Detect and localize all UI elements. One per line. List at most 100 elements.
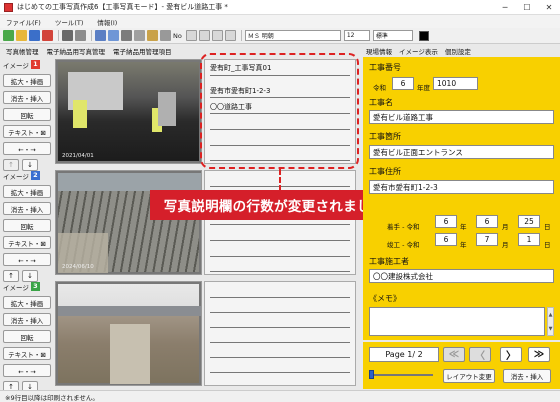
print-icon[interactable] (62, 30, 73, 41)
memo-scrollbar[interactable]: ▲ ▼ (547, 307, 554, 336)
number-toggle[interactable]: No (173, 32, 182, 40)
start-day-field[interactable]: 25 (518, 215, 540, 228)
menu-file[interactable]: ファイル(F) (6, 17, 41, 27)
minimize-button[interactable]: ─ (494, 0, 516, 15)
enlarge-button[interactable]: 拡大・挿画 (3, 185, 51, 198)
text-button[interactable]: テキスト・⊠ (3, 347, 51, 360)
callout-connector (279, 169, 281, 191)
print-preview-icon[interactable] (75, 30, 86, 41)
image-number-badge: 3 (30, 282, 40, 291)
project-number-field[interactable]: 1010 (433, 77, 478, 90)
right-tabs: 現場情報 イメージ表示 個別設定 (362, 45, 560, 56)
project-address-label: 工事住所 (369, 167, 401, 176)
rotate-button[interactable]: 回転 (3, 108, 51, 121)
prev-page-button[interactable]: 〈 (469, 347, 491, 362)
tab-e-delivery-photo[interactable]: 電子納品用写真管理 (47, 46, 106, 56)
image-icon[interactable] (95, 30, 106, 41)
grid-icon[interactable] (198, 30, 210, 41)
end-day-field[interactable]: 1 (518, 233, 540, 246)
project-site-field[interactable]: 愛有ビル正面エントランス (369, 145, 554, 159)
tab-individual-settings[interactable]: 個別設定 (445, 46, 471, 56)
tab-site-info[interactable]: 現場情報 (366, 46, 392, 56)
photo-description-3[interactable] (204, 281, 356, 386)
end-year-field[interactable]: 6 (435, 233, 457, 246)
delete-insert-button[interactable]: 消去・挿入 (3, 91, 51, 104)
font-style-select[interactable]: 標準 (372, 30, 413, 41)
page-indicator: Page 1/ 2 (369, 347, 439, 362)
layout-change-button[interactable]: レイアウト変更 (443, 369, 495, 383)
image-number-badge: 2 (30, 171, 40, 180)
zoom-slider-track[interactable] (369, 374, 433, 376)
new-icon[interactable] (3, 30, 14, 41)
image-label: イメージ (3, 61, 29, 70)
fiscal-year-field[interactable]: 6 (392, 77, 414, 90)
rotate-button[interactable]: 回転 (3, 330, 51, 343)
tab-e-delivery-items[interactable]: 電子納品用管理項目 (113, 46, 172, 56)
image-group-2: イメージ 2 拡大・挿画 消去・挿入 回転 テキスト・⊠ ←・→ ↑ ↓ (3, 170, 51, 282)
text-color-swatch[interactable] (418, 30, 429, 41)
memo-field[interactable] (369, 307, 545, 336)
project-number-label: 工事番号 (369, 63, 401, 72)
layout-icon[interactable] (224, 30, 236, 41)
swap-button[interactable]: ←・→ (3, 253, 51, 266)
close-button[interactable]: ✕ (538, 0, 560, 15)
save-as-icon[interactable] (42, 30, 53, 41)
tab-photo-book[interactable]: 写真帳管理 (6, 46, 39, 56)
enlarge-button[interactable]: 拡大・挿画 (3, 296, 51, 309)
tab-image-display[interactable]: イメージ表示 (399, 46, 438, 56)
last-page-button[interactable]: ≫ (528, 347, 550, 362)
toolbar: No ＭＳ 明朝 12 標準 (0, 28, 560, 44)
list-icon[interactable] (211, 30, 223, 41)
start-date-label: 着手 - 令和 (387, 223, 420, 231)
image-sidebar: イメージ 1 拡大・挿画 消去・挿入 回転 テキスト・⊠ ←・→ ↑ ↓ イメージ 2… (0, 57, 54, 393)
delete-insert-button[interactable]: 消去・挿入 (3, 313, 51, 326)
end-month-field[interactable]: 7 (476, 233, 498, 246)
first-page-button[interactable]: ≪ (443, 347, 465, 362)
status-bar: ※9行目以降は印刷されません。 (0, 390, 560, 402)
open-folder-icon[interactable] (16, 30, 27, 41)
menu-tools[interactable]: ツール(T) (55, 17, 84, 27)
project-address-field[interactable]: 愛有市愛有町1-2-3 (369, 180, 554, 194)
zoom-slider-thumb[interactable] (369, 370, 374, 379)
menu-bar: ファイル(F) ツール(T) 情報(I) (0, 15, 560, 28)
maximize-button[interactable]: ☐ (516, 0, 538, 15)
swap-button[interactable]: ←・→ (3, 142, 51, 155)
start-month-field[interactable]: 6 (476, 215, 498, 228)
start-year-field[interactable]: 6 (435, 215, 457, 228)
next-page-button[interactable]: 〉 (500, 347, 522, 362)
title-bar: はじめての工事写真作成6【工事写真モード】- 愛有ビル道路工事 * ─ ☐ ✕ (0, 0, 560, 15)
project-name-field[interactable]: 愛有ビル道路工事 (369, 110, 554, 124)
font-select[interactable]: ＭＳ 明朝 (244, 30, 341, 41)
window-title: はじめての工事写真作成6【工事写真モード】- 愛有ビル道路工事 * (17, 3, 228, 11)
menu-info[interactable]: 情報(I) (97, 17, 117, 27)
rotate-button[interactable]: 回転 (3, 219, 51, 232)
text-button[interactable]: テキスト・⊠ (3, 236, 51, 249)
image-label: イメージ (3, 283, 29, 292)
enlarge-button[interactable]: 拡大・挿画 (3, 74, 51, 87)
contractor-field[interactable]: 〇〇建設株式会社 (369, 269, 554, 283)
delete-insert-button[interactable]: 消去・挿入 (3, 202, 51, 215)
zoom-icon[interactable] (121, 30, 132, 41)
site-info-panel: 工事番号 令和 6 年度 1010 工事名 愛有ビル道路工事 工事箇所 愛有ビル… (363, 57, 560, 340)
era-label: 令和 (373, 84, 386, 92)
page-navigation: Page 1/ 2 ≪ 〈 〉 ≫ レイアウト変更 消去・挿入 (363, 342, 560, 389)
text-frame-icon[interactable] (185, 30, 197, 41)
photo-date-stamp: 2021/04/01 (62, 153, 94, 159)
save-icon[interactable] (29, 30, 40, 41)
sort-icon[interactable] (160, 30, 171, 41)
photo-2[interactable]: 2024/06/10 (55, 170, 202, 275)
image-group-3: イメージ 3 拡大・挿画 消去・挿入 回転 テキスト・⊠ ←・→ ↑ ↓ (3, 281, 51, 393)
font-size-select[interactable]: 12 (343, 30, 370, 41)
image-add-icon[interactable] (108, 30, 119, 41)
app-icon (4, 2, 13, 12)
delete-insert-page-button[interactable]: 消去・挿入 (503, 369, 551, 383)
text-button[interactable]: テキスト・⊠ (3, 125, 51, 138)
photo-date-stamp: 2024/06/10 (62, 264, 94, 270)
project-site-label: 工事箇所 (369, 132, 401, 141)
swap-button[interactable]: ←・→ (3, 364, 51, 377)
camera-icon[interactable] (134, 30, 145, 41)
project-name-label: 工事名 (369, 98, 393, 107)
photo-1[interactable]: 2021/04/01 (55, 59, 202, 164)
folder-image-icon[interactable] (147, 30, 158, 41)
photo-3[interactable] (55, 281, 202, 386)
